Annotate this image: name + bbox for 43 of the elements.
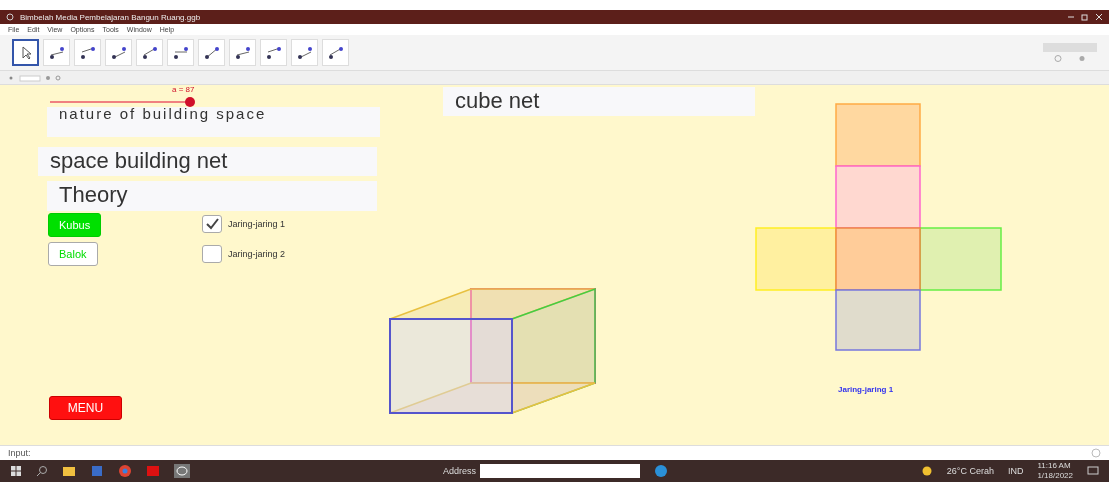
- tool-icon: [233, 44, 252, 61]
- text-box: nature of building space: [47, 107, 380, 137]
- close-icon[interactable]: [1095, 13, 1103, 21]
- folder-icon[interactable]: [62, 465, 76, 477]
- app-icon: [6, 13, 14, 21]
- tool-icon: [295, 44, 314, 61]
- checkbox[interactable]: [202, 245, 222, 263]
- menu-button[interactable]: MENU: [49, 396, 122, 420]
- input-label: Input:: [8, 448, 31, 458]
- browser-icon[interactable]: [118, 464, 132, 478]
- slider-label: a = 87: [172, 85, 195, 94]
- tool-icon: [264, 44, 283, 61]
- checkbox-label: Jaring-jaring 2: [228, 249, 286, 259]
- input-bar[interactable]: Input:: [0, 445, 1109, 460]
- text-box: Theory: [47, 181, 377, 211]
- checkbox[interactable]: [202, 215, 222, 233]
- weather-icon: [920, 466, 933, 476]
- weather-text: 26°C Cerah: [946, 466, 994, 476]
- slider-thumb[interactable]: [185, 97, 195, 107]
- restore-icon[interactable]: [1081, 13, 1089, 21]
- tool-button[interactable]: [12, 39, 39, 66]
- tool-icon: [202, 44, 221, 61]
- tool-icon: [47, 44, 66, 61]
- geometry-app-icon[interactable]: [174, 464, 190, 478]
- tool-icon: [171, 44, 190, 61]
- text-box: space building net: [38, 147, 377, 176]
- text-box: cube net: [443, 87, 755, 116]
- clock-date: 1/18/2022: [1037, 471, 1073, 481]
- checkbox-label: Jaring-jaring 1: [228, 219, 286, 229]
- clock-time: 11:16 AM: [1037, 461, 1072, 471]
- tool-icon: [109, 44, 128, 61]
- tool-icon: [78, 44, 97, 61]
- start-icon[interactable]: [10, 465, 22, 477]
- search-icon[interactable]: [36, 465, 48, 477]
- net-caption: Jaring-jaring 1: [838, 385, 894, 394]
- address-field[interactable]: [479, 464, 640, 478]
- tool-icon: [326, 44, 345, 61]
- tool-icon: [140, 44, 159, 61]
- notification-icon[interactable]: [1087, 465, 1099, 477]
- address-label: Address: [442, 466, 476, 476]
- minimize-icon[interactable]: [1067, 13, 1075, 21]
- window-title: Bimbelah Media Pembelajaran Bangun Ruang.ggb: [20, 12, 202, 22]
- language-indicator[interactable]: IND: [1007, 466, 1024, 476]
